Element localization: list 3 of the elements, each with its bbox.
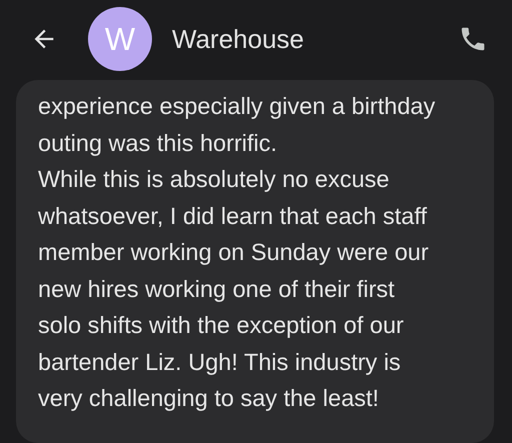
message-text: experience especially given a birthday outing was this horrific. While this is absolutely no excuse whatsoever, I did learn that each staff member working on Sunday were our new hires working one of their first solo shifts with the exception of our bartender Liz. Ugh! This industry is very challenging to say the least! (38, 92, 436, 413)
avatar: W (88, 7, 152, 71)
contact-name: Warehouse (172, 24, 305, 54)
